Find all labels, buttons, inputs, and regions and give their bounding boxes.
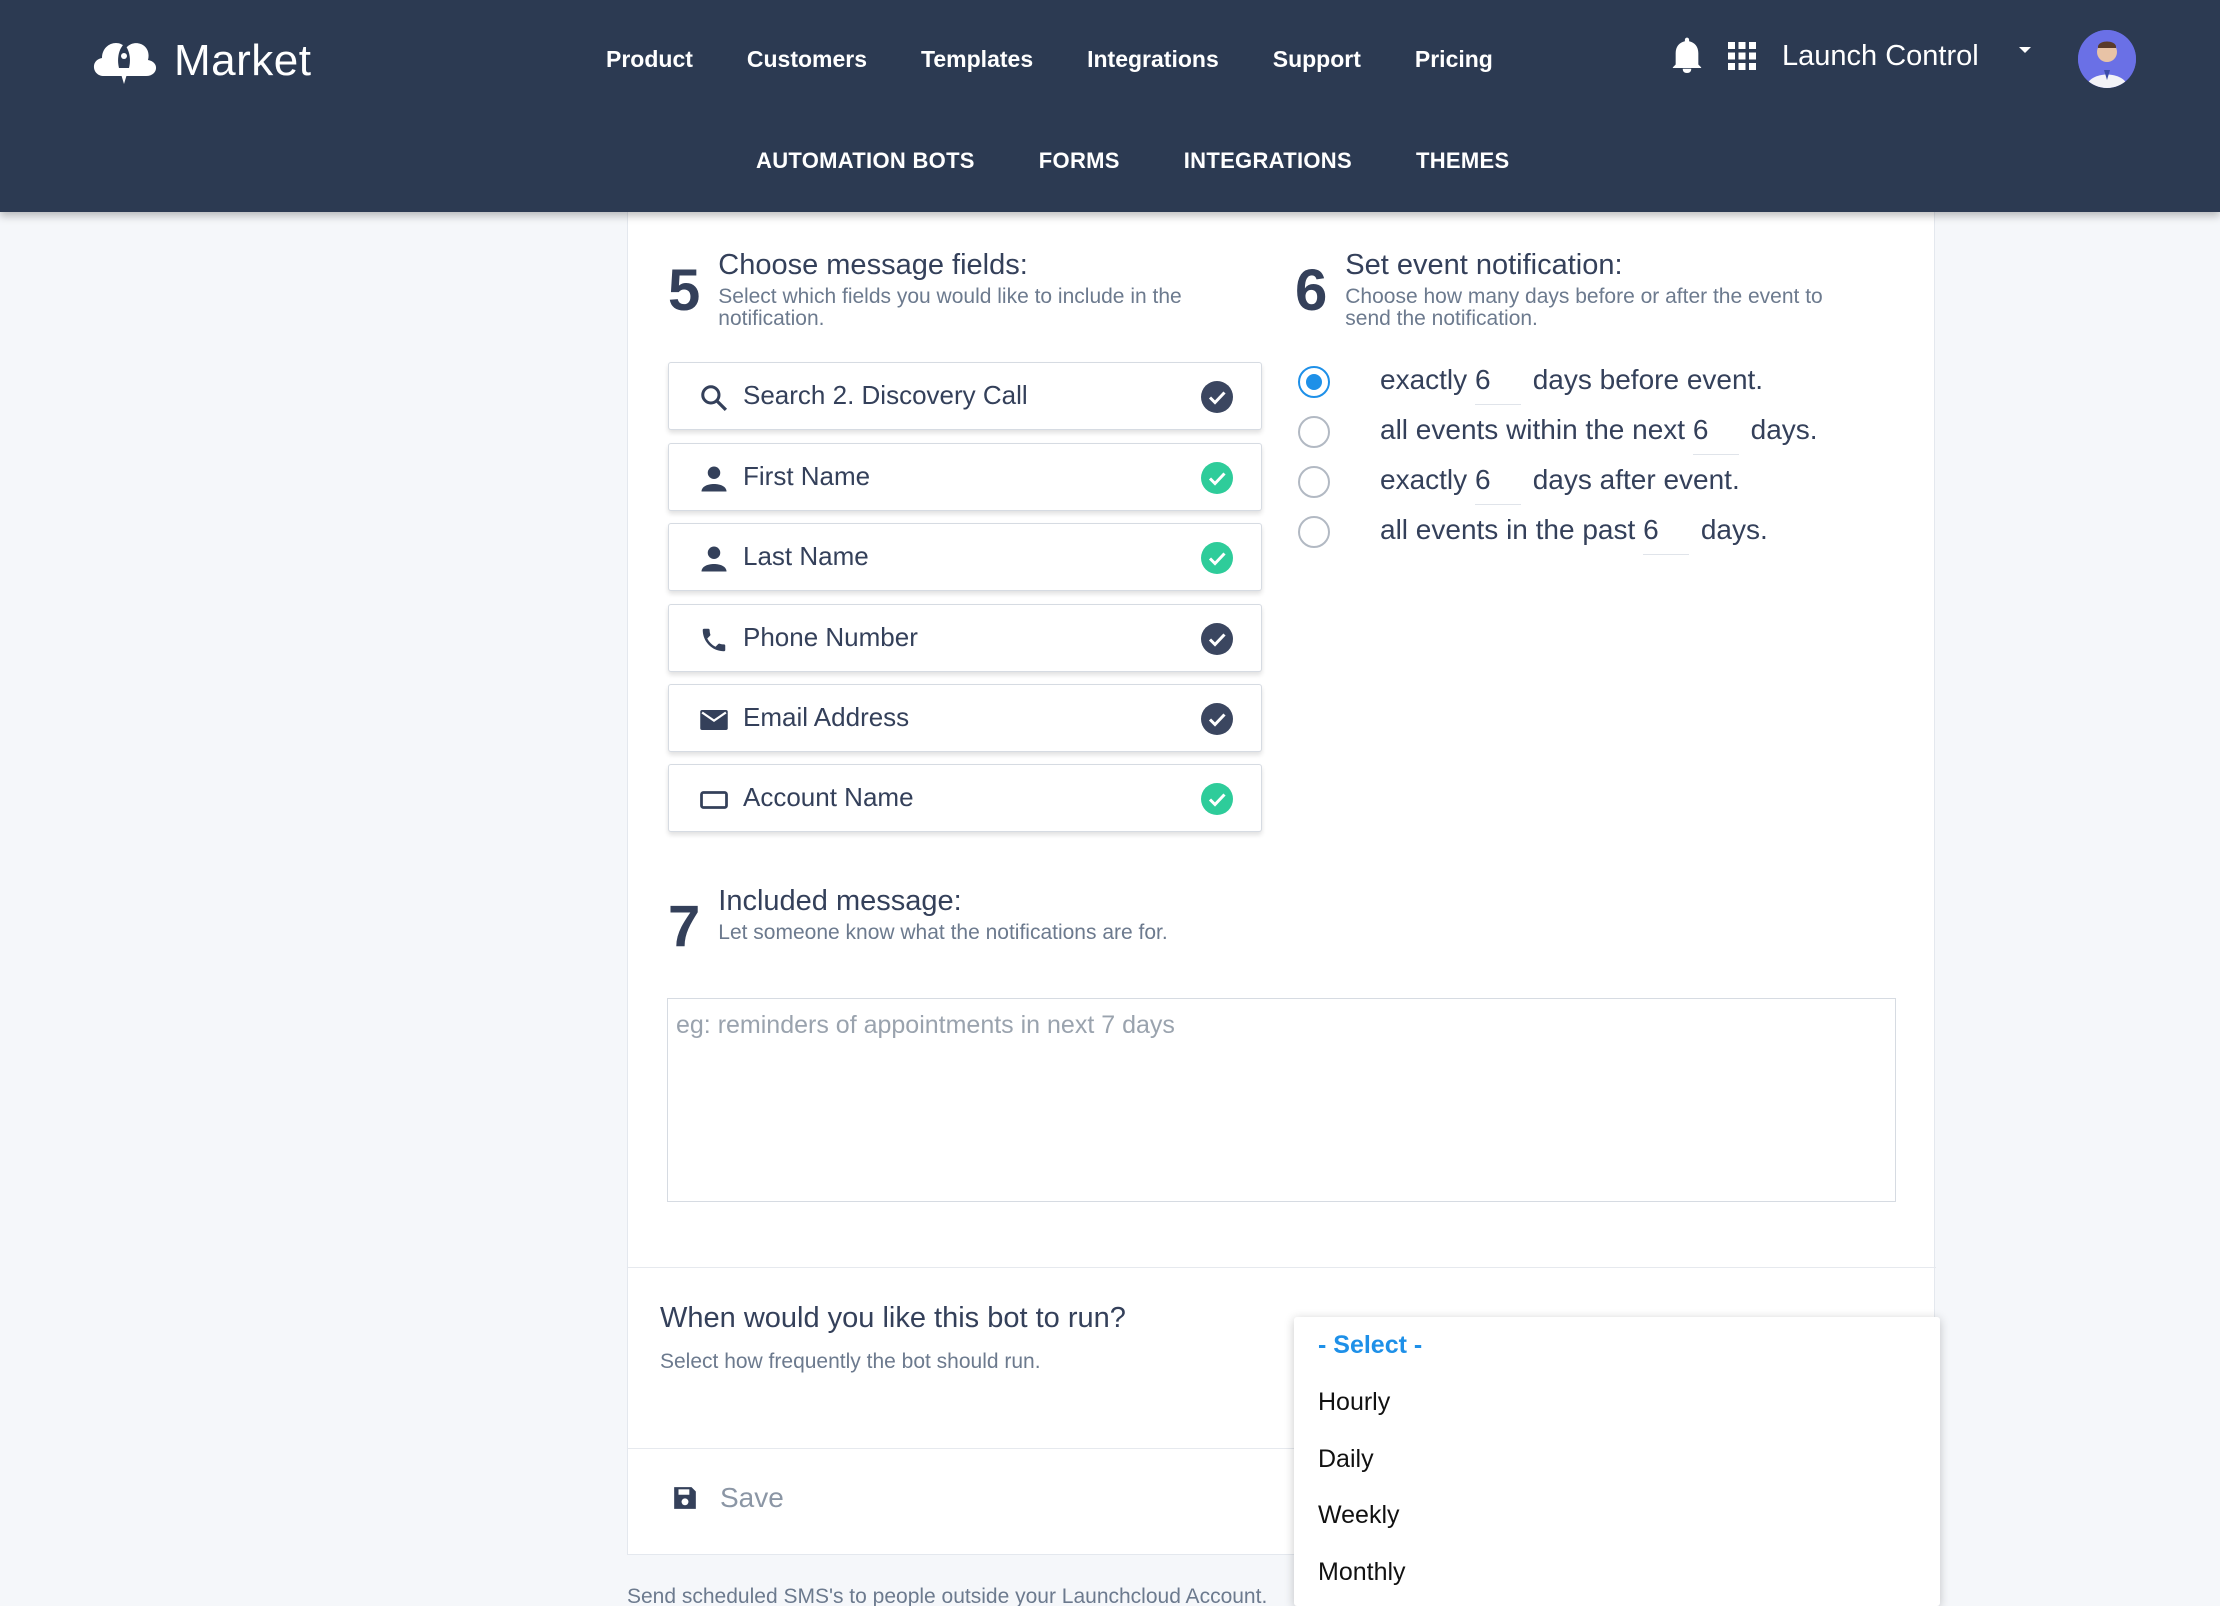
rectangle-icon xyxy=(700,791,728,809)
run-frequency-subtitle: Select how frequently the bot should run… xyxy=(660,1350,1041,1373)
apps-grid-icon[interactable] xyxy=(1728,42,1756,70)
bell-icon[interactable] xyxy=(1670,36,1704,76)
field-search-discovery-call[interactable]: Search 2. Discovery Call xyxy=(668,362,1262,430)
radio-button[interactable] xyxy=(1298,416,1330,448)
floppy-disk-icon xyxy=(674,1487,696,1509)
account-name[interactable]: Launch Control xyxy=(1782,40,1979,73)
step-6-header: 6 Set event notification: Choose how man… xyxy=(1295,249,1895,330)
check-circle-icon[interactable] xyxy=(1201,623,1233,655)
step-number: 5 xyxy=(668,258,701,323)
person-icon xyxy=(701,546,727,572)
step-subtitle: Select which fields you would like to in… xyxy=(718,284,1182,330)
account-tools: Launch Control xyxy=(1670,36,2031,76)
days-input[interactable]: 6 xyxy=(1474,464,1521,505)
field-phone-number[interactable]: Phone Number xyxy=(668,604,1262,672)
option-suffix: days before event. xyxy=(1532,364,1764,395)
nav-templates[interactable]: Templates xyxy=(921,46,1033,73)
save-button[interactable]: Save xyxy=(672,1482,784,1514)
option-suffix: days. xyxy=(1700,514,1768,545)
days-input[interactable]: 6 xyxy=(1643,514,1690,555)
subnav-forms[interactable]: FORMS xyxy=(1039,148,1120,174)
avatar-image xyxy=(2078,30,2136,88)
field-first-name[interactable]: First Name xyxy=(668,443,1262,511)
option-prefix: exactly xyxy=(1380,364,1468,395)
dropdown-option-monthly[interactable]: Monthly xyxy=(1318,1558,1406,1587)
field-last-name[interactable]: Last Name xyxy=(668,523,1262,591)
step-number: 7 xyxy=(668,894,701,959)
step-subtitle-line: send the notification. xyxy=(1345,306,1538,330)
caret-down-icon[interactable] xyxy=(2018,47,2031,53)
save-label: Save xyxy=(720,1482,784,1513)
dropdown-option-hourly[interactable]: Hourly xyxy=(1318,1388,1390,1417)
step-subtitle: Choose how many days before or after the… xyxy=(1345,284,1823,330)
option-prefix: all events within the next xyxy=(1380,414,1686,445)
option-text: all events within the next 6 days. xyxy=(1380,414,1818,455)
step-title: Choose message fields: xyxy=(718,249,1028,281)
check-circle-icon[interactable] xyxy=(1201,783,1233,815)
check-circle-icon[interactable] xyxy=(1201,703,1233,735)
field-label: First Name xyxy=(743,461,871,491)
step-title: Set event notification: xyxy=(1345,249,1623,281)
dropdown-option-daily[interactable]: Daily xyxy=(1318,1445,1374,1474)
step-7-header: 7 Included message: Let someone know wha… xyxy=(668,885,1568,959)
field-label: Account Name xyxy=(743,782,914,812)
section-divider xyxy=(628,1267,1936,1268)
field-label: Search 2. Discovery Call xyxy=(743,380,1028,410)
footer-note: Send scheduled SMS's to people outside y… xyxy=(627,1585,1268,1606)
nav-pricing[interactable]: Pricing xyxy=(1415,46,1493,73)
option-text: exactly 6 days after event. xyxy=(1380,464,1740,505)
run-frequency-title: When would you like this bot to run? xyxy=(660,1302,1126,1334)
field-email-address[interactable]: Email Address xyxy=(668,684,1262,752)
option-suffix: days. xyxy=(1750,414,1818,445)
radio-button[interactable] xyxy=(1298,466,1330,498)
step-subtitle-line: notification. xyxy=(718,306,825,330)
check-circle-icon[interactable] xyxy=(1201,462,1233,494)
option-text: exactly 6 days before event. xyxy=(1380,364,1763,405)
step-subtitle: Let someone know what the notifications … xyxy=(718,920,1168,944)
run-frequency-dropdown[interactable]: - Select - Hourly Daily Weekly Monthly xyxy=(1294,1317,1940,1606)
option-suffix: days after event. xyxy=(1532,464,1740,495)
check-circle-icon[interactable] xyxy=(1201,381,1233,413)
option-text: all events in the past 6 days. xyxy=(1380,514,1768,555)
nav-product[interactable]: Product xyxy=(606,46,693,73)
check-circle-icon[interactable] xyxy=(1201,542,1233,574)
radio-button[interactable] xyxy=(1298,366,1330,398)
step-subtitle-line: Choose how many days before or after the… xyxy=(1345,284,1823,308)
option-prefix: exactly xyxy=(1380,464,1468,495)
search-icon xyxy=(701,385,728,412)
field-label: Email Address xyxy=(743,702,910,732)
step-number: 6 xyxy=(1295,258,1328,323)
field-account-name[interactable]: Account Name xyxy=(668,764,1262,832)
person-icon xyxy=(701,466,727,492)
subnav-automation-bots[interactable]: AUTOMATION BOTS xyxy=(756,148,975,174)
main-nav: Product Customers Templates Integrations… xyxy=(606,46,1493,73)
rocket-cloud-icon xyxy=(93,43,157,84)
envelope-icon xyxy=(700,710,728,730)
subnav-integrations[interactable]: INTEGRATIONS xyxy=(1184,148,1352,174)
dropdown-option-weekly[interactable]: Weekly xyxy=(1318,1501,1400,1530)
sub-nav: AUTOMATION BOTS FORMS INTEGRATIONS THEME… xyxy=(756,148,1509,174)
field-label: Last Name xyxy=(743,541,869,571)
option-prefix: all events in the past xyxy=(1380,514,1636,545)
step-title: Included message: xyxy=(718,885,962,917)
dropdown-option-select[interactable]: - Select - xyxy=(1318,1331,1422,1360)
included-message-textarea[interactable]: eg: reminders of appointments in next 7 … xyxy=(667,998,1896,1202)
nav-customers[interactable]: Customers xyxy=(747,46,867,73)
subnav-themes[interactable]: THEMES xyxy=(1416,148,1509,174)
avatar[interactable] xyxy=(2078,30,2136,88)
step-subtitle-line: Select which fields you would like to in… xyxy=(718,284,1182,308)
days-input[interactable]: 6 xyxy=(1692,414,1739,455)
textarea-placeholder: eg: reminders of appointments in next 7 … xyxy=(676,1011,1175,1039)
days-input[interactable]: 6 xyxy=(1474,364,1521,405)
nav-support[interactable]: Support xyxy=(1273,46,1361,73)
nav-integrations[interactable]: Integrations xyxy=(1087,46,1219,73)
brand-name: Market xyxy=(174,36,312,85)
top-navigation-bar: Market Product Customers Templates Integ… xyxy=(0,0,2220,212)
step-5-header: 5 Choose message fields: Select which fi… xyxy=(668,249,1228,330)
radio-button[interactable] xyxy=(1298,516,1330,548)
field-label: Phone Number xyxy=(743,622,918,652)
brand-logo[interactable]: Market xyxy=(88,30,311,92)
phone-icon xyxy=(702,628,726,652)
